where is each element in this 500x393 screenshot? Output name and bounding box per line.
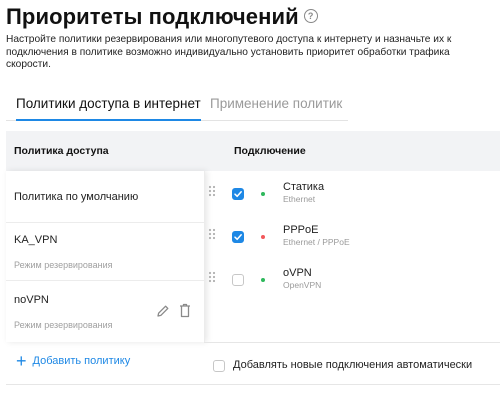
policy-name: noVPN — [14, 294, 49, 306]
divider — [204, 342, 500, 343]
page-title-text: Приоритеты подключений — [6, 4, 299, 29]
connection-row[interactable]: PPPoE Ethernet / PPPoE — [204, 218, 500, 258]
policy-list: Политика по умолчанию KA_VPN Режим резер… — [6, 171, 205, 342]
policy-item-novpn[interactable]: noVPN Режим резервирования — [6, 280, 204, 342]
connection-row[interactable]: oVPN OpenVPN — [204, 261, 500, 301]
tab-internet-policies[interactable]: Политики доступа в интернет — [16, 96, 201, 121]
help-icon[interactable]: ? — [303, 9, 318, 24]
delete-icon[interactable] — [179, 303, 191, 318]
auto-add-checkbox[interactable] — [213, 360, 225, 372]
policy-mode: Режим резервирования — [14, 320, 113, 330]
connection-type: OpenVPN — [283, 280, 322, 290]
connection-checkbox[interactable] — [232, 188, 244, 200]
connection-name: oVPN — [283, 267, 312, 279]
policy-item-ka-vpn[interactable]: KA_VPN Режим резервирования — [6, 222, 204, 281]
connection-row[interactable]: Статика Ethernet — [204, 175, 500, 215]
divider — [6, 384, 500, 385]
column-header-policy: Политика доступа — [14, 145, 109, 157]
tab-bar: Политики доступа в интернет Применение п… — [6, 92, 348, 121]
drag-handle-icon[interactable] — [208, 271, 216, 283]
connection-type: Ethernet — [283, 194, 316, 204]
connection-checkbox[interactable] — [232, 274, 244, 286]
description-line-2: подключения в политике возможно индивиду… — [6, 46, 450, 58]
policy-name: Политика по умолчанию — [14, 191, 139, 203]
drag-handle-icon[interactable] — [208, 185, 216, 197]
plus-icon: + — [16, 351, 27, 371]
checkmark-icon — [234, 234, 242, 241]
policy-name: KA_VPN — [14, 234, 58, 246]
connection-name: Статика — [283, 181, 325, 193]
add-policy-button[interactable]: + Добавить политику — [16, 352, 131, 370]
auto-add-label: Добавлять новые подключения автоматическ… — [233, 359, 473, 371]
table-header: Политика доступа Подключение — [6, 131, 500, 171]
page-description: Настройте политики резервирования или мн… — [6, 34, 500, 72]
policy-mode: Режим резервирования — [14, 260, 113, 270]
add-policy-label: Добавить политику — [32, 355, 131, 367]
page-title: Приоритеты подключений? — [6, 4, 318, 30]
connection-checkbox[interactable] — [232, 231, 244, 243]
description-line-3: скорости. — [6, 59, 51, 70]
status-dot-online — [261, 278, 265, 282]
drag-handle-icon[interactable] — [208, 228, 216, 240]
column-header-connection: Подключение — [234, 145, 306, 157]
policy-item-default[interactable]: Политика по умолчанию — [6, 171, 204, 223]
connection-type: Ethernet / PPPoE — [283, 237, 350, 247]
checkmark-icon — [234, 191, 242, 198]
tab-apply-policies[interactable]: Применение политик — [210, 96, 342, 119]
status-dot-online — [261, 192, 265, 196]
status-dot-error — [261, 235, 265, 239]
description-line-1: Настройте политики резервирования или мн… — [6, 34, 452, 45]
connection-name: PPPoE — [283, 224, 319, 236]
edit-icon[interactable] — [156, 304, 170, 318]
